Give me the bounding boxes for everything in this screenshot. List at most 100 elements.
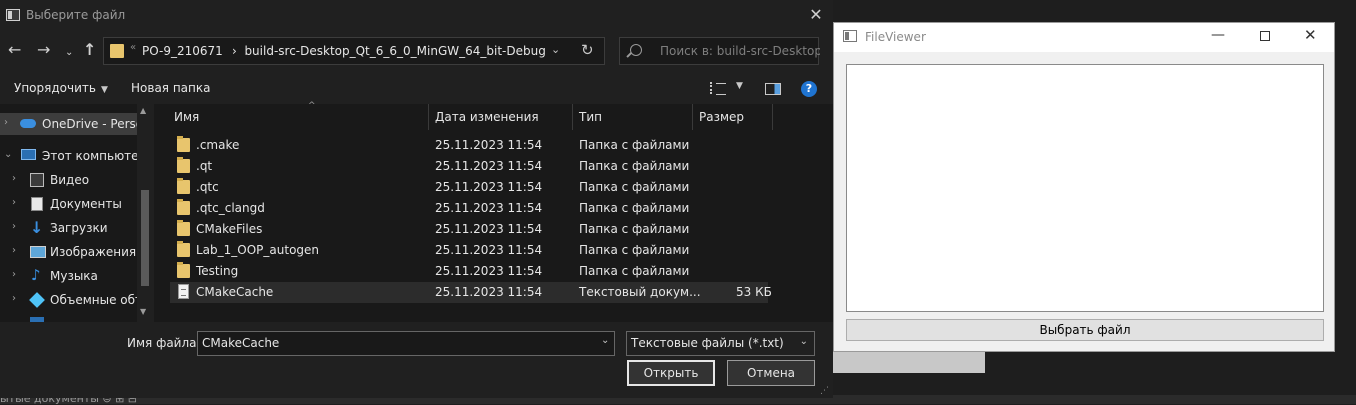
filename-input[interactable]: CMakeCache bbox=[197, 331, 615, 356]
window-title: FileViewer bbox=[865, 30, 926, 44]
navigation-scrollbar[interactable]: ▲ ▼ bbox=[137, 104, 153, 322]
file-size: 53 КБ bbox=[736, 285, 772, 299]
breadcrumb-separator-icon: › bbox=[232, 44, 245, 58]
file-row[interactable]: .qtc_clangd 25.11.2023 11:54 Папка с фай… bbox=[170, 198, 768, 219]
3d-objects-icon bbox=[29, 292, 45, 308]
tree-item-label: Документы bbox=[50, 197, 122, 211]
close-icon[interactable]: ✕ bbox=[1304, 26, 1317, 44]
pictures-icon bbox=[30, 246, 46, 258]
filetype-value: Текстовые файлы (*.txt) bbox=[631, 336, 784, 350]
organize-label: Упорядочить bbox=[14, 81, 96, 95]
breadcrumb-item[interactable]: › build-src-Desktop_Qt_6_6_0_MinGW_64_bi… bbox=[232, 44, 546, 58]
column-header-size[interactable]: Размер bbox=[693, 104, 773, 130]
fileviewer-titlebar[interactable]: FileViewer — ✕ bbox=[834, 23, 1334, 52]
tree-item-this-pc[interactable]: ⌄ Этот компьютер bbox=[0, 145, 153, 167]
tree-item-onedrive[interactable]: › OneDrive - Person bbox=[0, 113, 153, 135]
close-icon[interactable]: ✕ bbox=[806, 5, 826, 25]
file-row-selected[interactable]: CMakeCache 25.11.2023 11:54 Текстовый до… bbox=[170, 282, 772, 303]
search-placeholder: Поиск в: build-src-Desktop_... bbox=[660, 44, 820, 58]
tree-item-label: Изображения bbox=[50, 245, 137, 259]
tree-item-videos[interactable]: › Видео bbox=[0, 169, 153, 191]
app-window-icon bbox=[6, 9, 20, 21]
tree-item-label: Музыка bbox=[50, 269, 98, 283]
documents-icon bbox=[31, 197, 43, 211]
tree-item-label: Видео bbox=[50, 173, 90, 187]
back-arrow-icon[interactable]: ← bbox=[8, 41, 21, 59]
breadcrumb-overflow[interactable]: « bbox=[130, 42, 136, 53]
new-folder-button[interactable]: Новая папка bbox=[131, 81, 210, 95]
tree-item-documents[interactable]: › Документы bbox=[0, 193, 153, 215]
select-file-button[interactable]: Выбрать файл bbox=[846, 319, 1324, 341]
chevron-right-icon[interactable]: › bbox=[12, 245, 16, 256]
minimize-icon[interactable]: — bbox=[1211, 27, 1225, 43]
app-window-icon bbox=[843, 30, 857, 42]
folder-icon bbox=[177, 199, 190, 215]
chevron-right-icon[interactable]: › bbox=[12, 173, 16, 184]
file-row[interactable]: Testing 25.11.2023 11:54 Папка с файлами bbox=[170, 261, 768, 282]
breadcrumb-item-label: build-src-Desktop_Qt_6_6_0_MinGW_64_bit-… bbox=[244, 44, 546, 58]
tree-item-desktop-partial[interactable] bbox=[0, 313, 153, 322]
search-input[interactable]: Поиск в: build-src-Desktop_... bbox=[619, 37, 820, 65]
preview-pane-icon[interactable] bbox=[765, 83, 781, 95]
scroll-up-icon[interactable]: ▲ bbox=[140, 106, 146, 115]
chevron-down-icon[interactable]: ⌄ bbox=[4, 149, 12, 160]
column-header-date[interactable]: Дата изменения bbox=[429, 104, 573, 130]
tree-item-label: Загрузки bbox=[50, 221, 108, 235]
file-type: Папка с файлами bbox=[579, 138, 690, 152]
sort-ascending-icon: ^ bbox=[308, 101, 316, 111]
folder-icon bbox=[177, 178, 190, 194]
file-name: .qt bbox=[196, 159, 213, 173]
folder-icon bbox=[177, 157, 190, 173]
chevron-right-icon[interactable]: › bbox=[12, 293, 16, 304]
tree-item-label: Этот компьютер bbox=[42, 149, 147, 163]
file-date: 25.11.2023 11:54 bbox=[435, 285, 543, 299]
file-row[interactable]: CMakeFiles 25.11.2023 11:54 Папка с файл… bbox=[170, 219, 768, 240]
file-date: 25.11.2023 11:54 bbox=[435, 180, 543, 194]
recent-locations-chevron-icon[interactable]: ⌄ bbox=[65, 44, 73, 62]
scrollbar-thumb[interactable] bbox=[141, 190, 149, 286]
chevron-right-icon[interactable]: › bbox=[12, 269, 16, 280]
tree-item-3d-objects[interactable]: › Объемные объ bbox=[0, 289, 153, 311]
organize-button[interactable]: Упорядочить ▼ bbox=[14, 81, 108, 95]
file-name: CMakeCache bbox=[196, 285, 274, 299]
open-button[interactable]: Открыть bbox=[627, 360, 715, 386]
tree-item-label: Объемные объ bbox=[50, 293, 144, 307]
file-date: 25.11.2023 11:54 bbox=[435, 264, 543, 278]
file-content-area[interactable] bbox=[846, 64, 1324, 312]
downloads-icon: ↓ bbox=[30, 218, 44, 237]
up-arrow-icon[interactable]: ↑ bbox=[83, 41, 96, 59]
folder-icon bbox=[177, 241, 190, 257]
scroll-down-icon[interactable]: ▼ bbox=[140, 307, 146, 316]
file-row[interactable]: .qt 25.11.2023 11:54 Папка с файлами bbox=[170, 156, 768, 177]
column-header-label: Тип bbox=[579, 110, 602, 124]
file-type: Папка с файлами bbox=[579, 201, 690, 215]
chevron-right-icon[interactable]: › bbox=[4, 117, 8, 128]
tree-item-pictures[interactable]: › Изображения bbox=[0, 241, 153, 263]
file-row[interactable]: .cmake 25.11.2023 11:54 Папка с файлами bbox=[170, 135, 768, 156]
view-mode-icon[interactable] bbox=[710, 82, 728, 95]
filetype-select[interactable]: Текстовые файлы (*.txt) ⌄ bbox=[626, 331, 815, 356]
refresh-icon[interactable]: ↻ bbox=[581, 41, 594, 59]
file-name: CMakeFiles bbox=[196, 222, 263, 236]
cancel-button[interactable]: Отмена bbox=[727, 360, 815, 386]
maximize-icon[interactable] bbox=[1260, 31, 1270, 41]
file-row[interactable]: Lab_1_OOP_autogen 25.11.2023 11:54 Папка… bbox=[170, 240, 768, 261]
breadcrumb-item[interactable]: PO-9_210671 bbox=[142, 44, 223, 58]
chevron-right-icon[interactable]: › bbox=[12, 221, 16, 232]
address-bar[interactable]: « PO-9_210671 › build-src-Desktop_Qt_6_6… bbox=[103, 37, 605, 65]
chevron-down-icon[interactable]: ▼ bbox=[736, 81, 743, 91]
chevron-right-icon[interactable]: › bbox=[12, 197, 16, 208]
tree-item-downloads[interactable]: › ↓ Загрузки bbox=[0, 217, 153, 239]
tree-item-music[interactable]: › ♪ Музыка bbox=[0, 265, 153, 287]
chevron-down-icon[interactable]: ⌄ bbox=[551, 43, 560, 56]
chevron-down-icon[interactable]: ⌄ bbox=[601, 335, 609, 346]
column-header-name[interactable]: Имя ^ bbox=[168, 101, 429, 130]
help-icon[interactable]: ? bbox=[801, 81, 817, 97]
resize-grip-icon[interactable]: ⋰ bbox=[820, 386, 829, 396]
column-header-type[interactable]: Тип bbox=[573, 104, 693, 130]
forward-arrow-icon[interactable]: → bbox=[37, 41, 50, 59]
file-type: Папка с файлами bbox=[579, 243, 690, 257]
music-icon: ♪ bbox=[31, 266, 41, 284]
file-row[interactable]: .qtc 25.11.2023 11:54 Папка с файлами bbox=[170, 177, 768, 198]
dialog-titlebar[interactable]: Выберите файл ✕ bbox=[0, 0, 833, 31]
